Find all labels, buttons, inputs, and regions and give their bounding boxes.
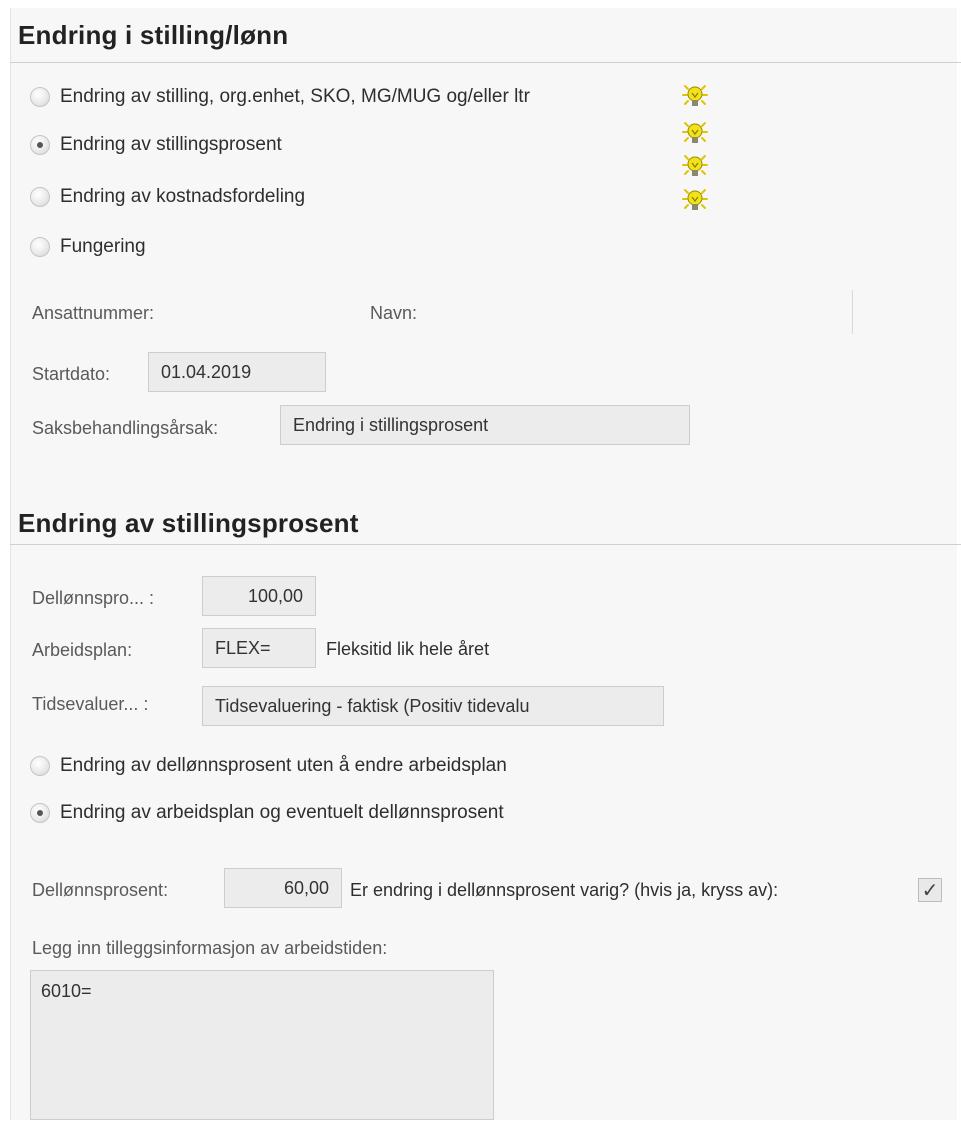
section-divider: [10, 62, 961, 63]
radio-button[interactable]: [30, 803, 50, 823]
radio-option-fungering[interactable]: Fungering: [30, 236, 146, 258]
radio-label: Endring av stillingsprosent: [60, 134, 282, 155]
startdato-label: Startdato:: [32, 364, 111, 384]
arbeidsplan-field[interactable]: FLEX=: [202, 628, 316, 668]
radio-option-endring-kostnadsfordeling[interactable]: Endring av kostnadsfordeling: [30, 186, 305, 208]
radio-button[interactable]: [30, 756, 50, 776]
radio-button[interactable]: [30, 87, 50, 107]
section-title-endring-stilling-lonn: Endring i stilling/lønn: [18, 20, 289, 50]
startdato-field[interactable]: 01.04.2019: [148, 352, 326, 392]
lightbulb-icon[interactable]: [682, 83, 708, 109]
lightbulb-icon[interactable]: [682, 187, 708, 213]
radio-button[interactable]: [30, 237, 50, 257]
radio-option-dellonn-uten-arbeidsplan[interactable]: Endring av dellønnsprosent uten å endre …: [30, 755, 507, 777]
radio-label: Endring av kostnadsfordeling: [60, 186, 306, 207]
ansattnummer-label: Ansattnummer:: [32, 303, 155, 323]
radio-option-endring-stillingsprosent[interactable]: Endring av stillingsprosent: [30, 134, 282, 156]
radio-option-endring-stilling[interactable]: Endring av stilling, org.enhet, SKO, MG/…: [30, 86, 530, 108]
saksbehandlingsarsak-field[interactable]: Endring i stillingsprosent: [280, 405, 690, 445]
arbeidsplan-description: Fleksitid lik hele året: [326, 639, 490, 659]
varig-checkbox[interactable]: ✓: [918, 878, 942, 902]
dellonnspro-label: Dellønnspro... :: [32, 588, 155, 608]
navn-label: Navn:: [370, 303, 418, 323]
section-title-endring-stillingsprosent: Endring av stillingsprosent: [18, 508, 359, 538]
saksbehandlingsarsak-label: Saksbehandlingsårsak:: [32, 418, 219, 438]
radio-option-arbeidsplan-og-dellonn[interactable]: Endring av arbeidsplan og eventuelt dell…: [30, 802, 504, 824]
lightbulb-icon[interactable]: [682, 120, 708, 146]
tilleggsinformasjon-textarea[interactable]: 6010=: [30, 970, 494, 1120]
arbeidsplan-label: Arbeidsplan:: [32, 640, 133, 660]
radio-label: Fungering: [60, 236, 146, 257]
checkmark-icon: ✓: [921, 879, 939, 902]
radio-label: Endring av stilling, org.enhet, SKO, MG/…: [60, 86, 530, 107]
section-divider: [10, 544, 961, 545]
dellonnspro-field[interactable]: 100,00: [202, 576, 316, 616]
radio-button[interactable]: [30, 135, 50, 155]
radio-label: Endring av arbeidsplan og eventuelt dell…: [60, 802, 504, 823]
radio-button[interactable]: [30, 187, 50, 207]
tidsevaluering-field[interactable]: Tidsevaluering - faktisk (Positiv tideva…: [202, 686, 664, 726]
lightbulb-icon[interactable]: [682, 153, 708, 179]
radio-label: Endring av dellønnsprosent uten å endre …: [60, 755, 507, 776]
tidsevaluering-label: Tidsevaluer... :: [32, 694, 149, 714]
field-divider: [852, 290, 853, 334]
tilleggsinformasjon-label: Legg inn tilleggsinformasjon av arbeidst…: [32, 938, 388, 958]
varig-question: Er endring i dellønnsprosent varig? (hvi…: [350, 880, 779, 900]
dellonnsprosent-field[interactable]: 60,00: [224, 868, 342, 908]
dellonnsprosent-label: Dellønnsprosent:: [32, 880, 169, 900]
